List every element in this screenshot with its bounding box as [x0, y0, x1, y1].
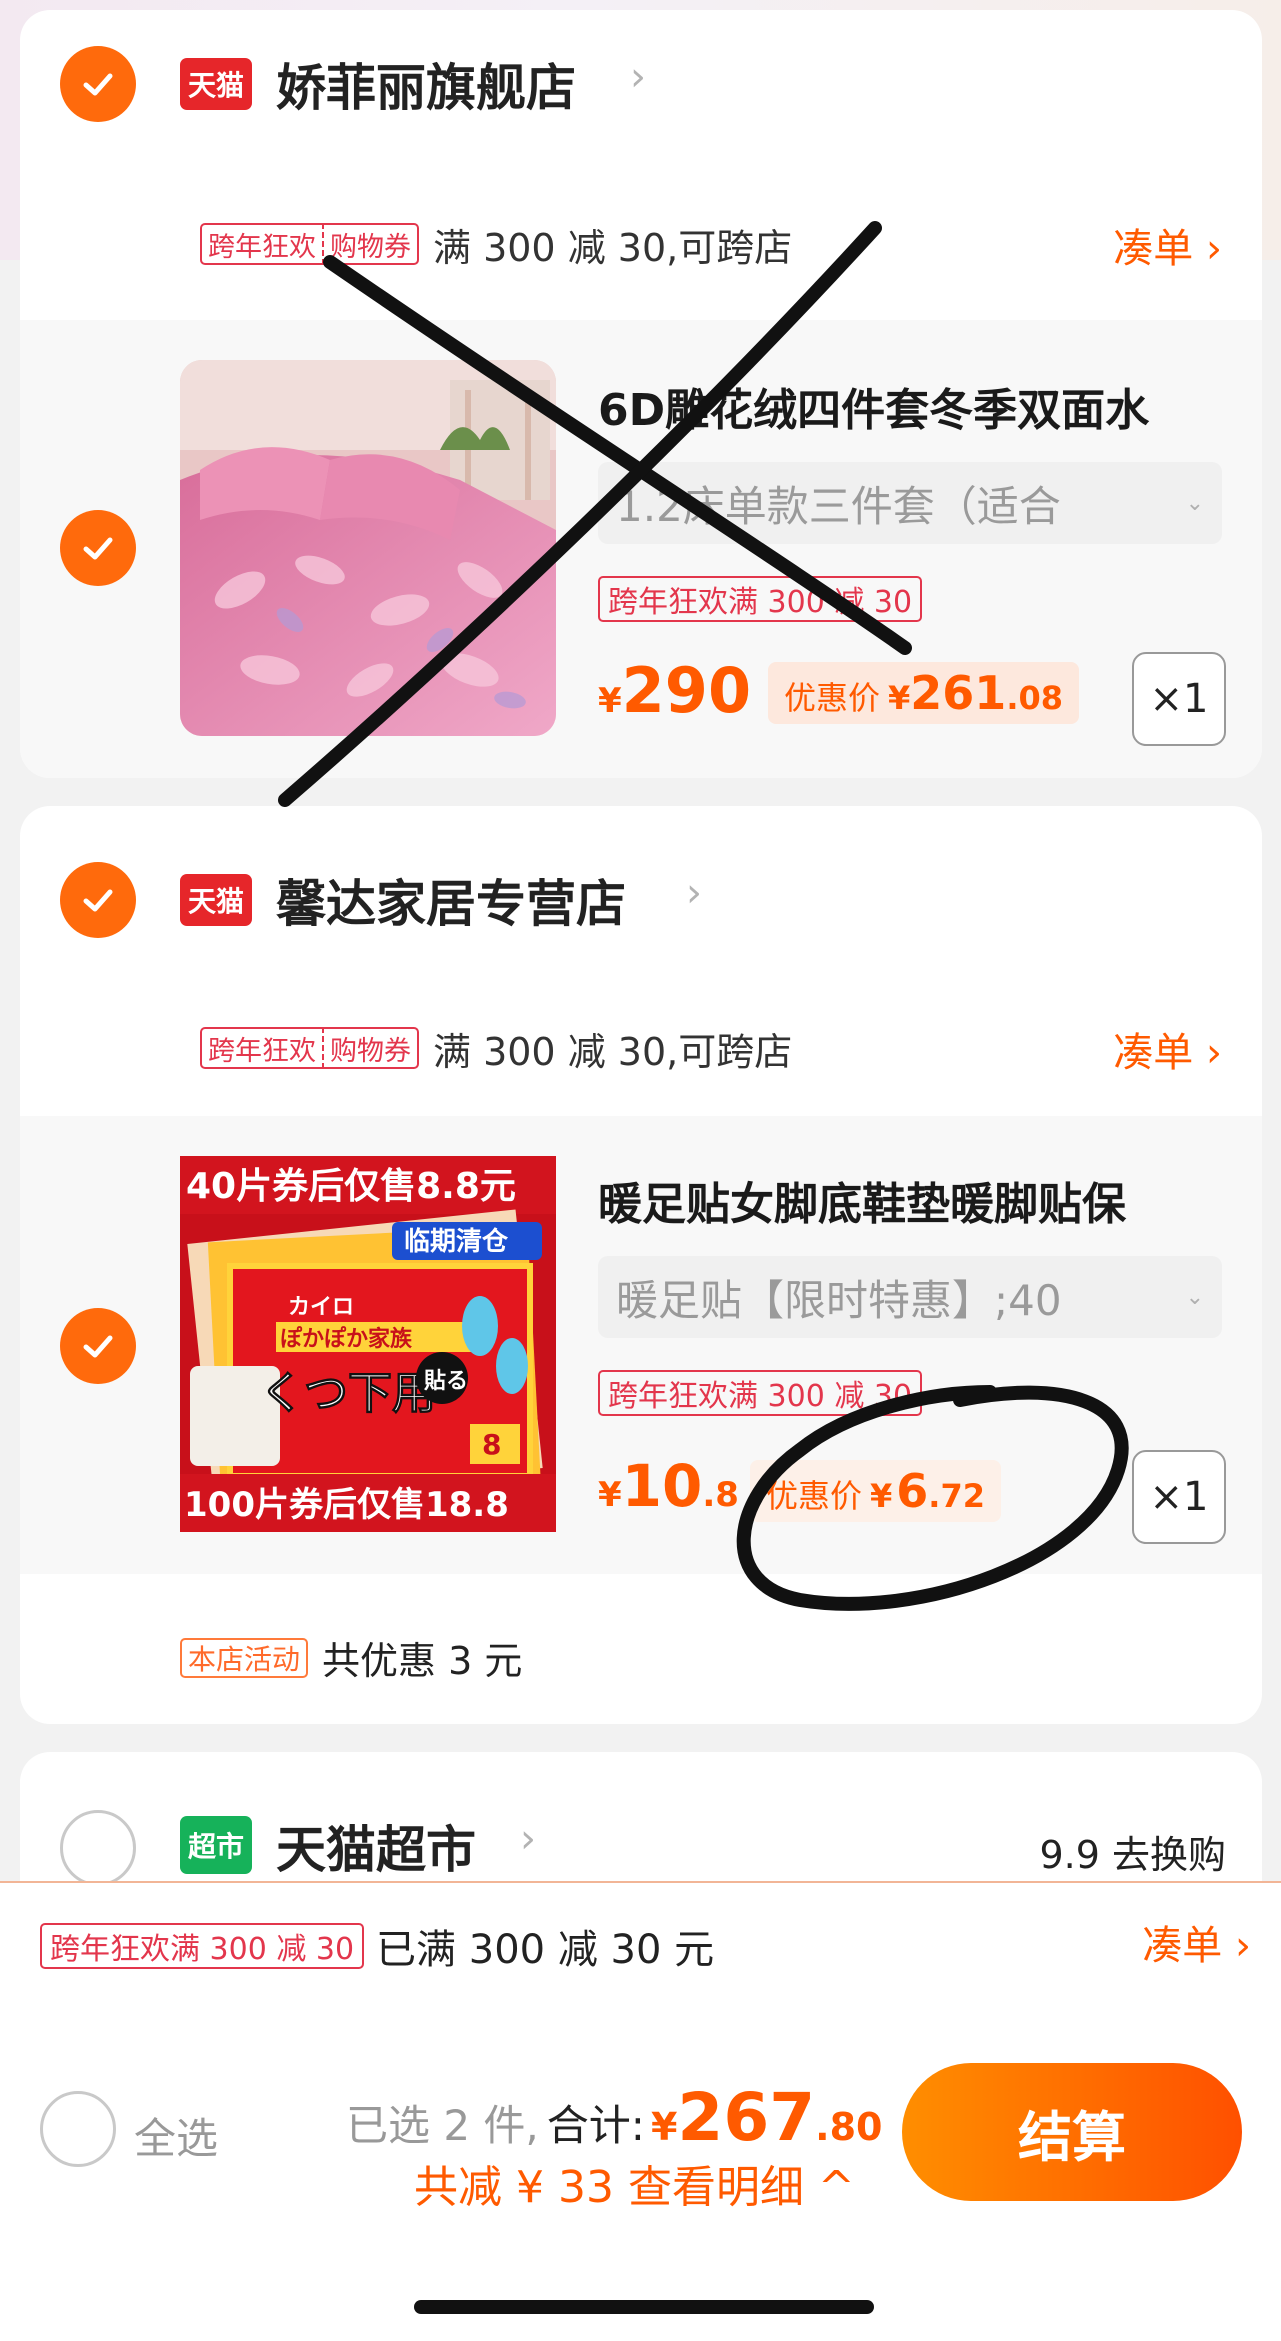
select-all-checkbox[interactable]	[40, 2091, 116, 2167]
shop-card-2: 天猫 馨达家居专营店 › 跨年狂欢 购物券 满 300 减 30,可跨店 凑单 ›…	[20, 806, 1262, 1724]
store-activity[interactable]: 本店活动 共优惠 3 元	[180, 1630, 522, 1685]
item-2-title[interactable]: 暖足贴女脚底鞋垫暖脚贴保	[598, 1168, 1126, 1232]
bottom-promo-tag: 跨年狂欢满 300 减 30	[40, 1923, 365, 1969]
item-1-sku-text: 1.2床单款三件套（适合	[616, 481, 1061, 531]
item-2-promo-tag: 跨年狂欢满 300 减 30	[598, 1370, 923, 1416]
chevron-right-icon[interactable]: ›	[630, 54, 646, 100]
item-1-discount-price: 优惠价 ¥ 261 .08	[768, 662, 1079, 724]
chevron-right-icon[interactable]: ›	[520, 1816, 536, 1862]
shop-2-name[interactable]: 馨达家居专营店	[276, 864, 626, 936]
item-1-sku-select[interactable]: 1.2床单款三件套（适合 ⌄	[598, 462, 1222, 544]
shop-1-promo-text: 满 300 减 30,可跨店	[433, 225, 793, 270]
chevron-down-icon: ⌄	[1185, 490, 1204, 516]
shop-card-1: 天猫 娇菲丽旗舰店 › 跨年狂欢购物券 满 300 减 30,可跨店 凑单 ›	[20, 10, 1262, 778]
shop-3-exchange-link[interactable]: 9.9 去换购	[1039, 1824, 1226, 1879]
image-bottom-text: 100片券后仅售18.8	[184, 1485, 509, 1525]
foot-warmer-product-image: 40片券后仅售8.8元 临期清仓 カイロ ぽかぽか家族 くつ下用 貼る 8 10…	[180, 1156, 556, 1532]
shop-1-cou-link[interactable]: 凑单 ›	[1113, 216, 1222, 274]
shop-2-promo: 跨年狂欢 购物券 满 300 减 30,可跨店	[200, 1026, 792, 1074]
item-2-price: ¥10.8	[598, 1452, 739, 1520]
item-1-checkbox[interactable]	[60, 510, 136, 586]
order-summary: 已选 2 件, 合计: ¥ 267 .80	[346, 2079, 883, 2156]
shop-2-cou-link[interactable]: 凑单 ›	[1113, 1020, 1222, 1078]
shop-3-checkbox[interactable]	[60, 1810, 136, 1886]
tmall-logo: 天猫	[180, 58, 252, 110]
shop-2-checkbox[interactable]	[60, 862, 136, 938]
store-activity-tag: 本店活动	[180, 1637, 309, 1678]
supermarket-logo: 超市	[180, 1816, 252, 1874]
bottom-promo-text: 已满 300 减 30 元	[376, 1927, 715, 1973]
image-hours-text: 8	[482, 1428, 501, 1461]
item-1-promo-tag: 跨年狂欢满 300 减 30	[598, 576, 923, 622]
item-1-quantity[interactable]: ×1	[1132, 652, 1226, 746]
shop-1-promo: 跨年狂欢 购物券 满 300 减 30,可跨店	[200, 222, 792, 270]
item-2-sku-text: 暖足贴【限时特惠】;40	[616, 1275, 1062, 1325]
bedding-product-image	[180, 360, 556, 736]
item-2-discount-price: 优惠价 ¥ 6 .72	[750, 1460, 1001, 1522]
image-tie-text: 貼る	[424, 1368, 468, 1394]
image-top-text: 40片券后仅售8.8元	[186, 1166, 516, 1207]
image-sub-text: ぽかぽか家族	[280, 1326, 413, 1352]
image-main-text: くつ下用	[260, 1368, 436, 1419]
item-1-title[interactable]: 6D雕花绒四件套冬季双面水	[598, 374, 1149, 438]
item-2-checkbox[interactable]	[60, 1308, 136, 1384]
image-brand-text: カイロ	[288, 1295, 354, 1320]
shop-1-name[interactable]: 娇菲丽旗舰店	[276, 48, 576, 120]
chevron-right-icon[interactable]: ›	[686, 870, 702, 916]
check-icon	[83, 889, 113, 912]
view-discount-details[interactable]: 共减 ¥ 33 查看明细 ^	[414, 2151, 855, 2215]
chevron-down-icon: ⌄	[1185, 1284, 1204, 1310]
item-1-image[interactable]	[180, 360, 556, 736]
item-2-image[interactable]: 40片券后仅售8.8元 临期清仓 カイロ ぽかぽか家族 くつ下用 貼る 8 10…	[180, 1156, 556, 1532]
shop-3-name[interactable]: 天猫超市	[276, 1810, 476, 1882]
tmall-logo: 天猫	[180, 874, 252, 926]
image-badge-text: 临期清仓	[404, 1226, 509, 1257]
shop-1-item[interactable]: 6D雕花绒四件套冬季双面水 1.2床单款三件套（适合 ⌄ 跨年狂欢满 300 减…	[20, 320, 1262, 778]
store-activity-text: 共优惠 3 元	[322, 1639, 523, 1683]
item-2-sku-select[interactable]: 暖足贴【限时特惠】;40 ⌄	[598, 1256, 1222, 1338]
shop-1-checkbox[interactable]	[60, 46, 136, 122]
checkout-button[interactable]: 结算	[902, 2063, 1242, 2201]
bottom-cou-link[interactable]: 凑单 ›	[1142, 1913, 1251, 1971]
item-1-price: ¥290	[598, 654, 752, 727]
shop-card-3: 超市 天猫超市 › 9.9 去换购	[20, 1752, 1262, 1892]
check-icon	[83, 537, 113, 560]
item-2-quantity[interactable]: ×1	[1132, 1450, 1226, 1544]
bottom-promo: 跨年狂欢满 300 减 30 已满 300 减 30 元	[40, 1917, 714, 1975]
check-icon	[83, 73, 113, 96]
select-all-label[interactable]: 全选	[134, 2105, 218, 2166]
shop-2-item[interactable]: 40片券后仅售8.8元 临期清仓 カイロ ぽかぽか家族 くつ下用 貼る 8 10…	[20, 1116, 1262, 1574]
home-indicator	[414, 2300, 874, 2314]
bottom-checkout-bar: 跨年狂欢满 300 减 30 已满 300 减 30 元 凑单 › 全选 已选 …	[0, 1881, 1281, 2341]
shop-1-promo-tag: 跨年狂欢 购物券	[200, 223, 419, 265]
shop-2-promo-text: 满 300 减 30,可跨店	[433, 1029, 793, 1074]
check-icon	[83, 1335, 113, 1358]
shop-2-promo-tag: 跨年狂欢 购物券	[200, 1027, 419, 1069]
